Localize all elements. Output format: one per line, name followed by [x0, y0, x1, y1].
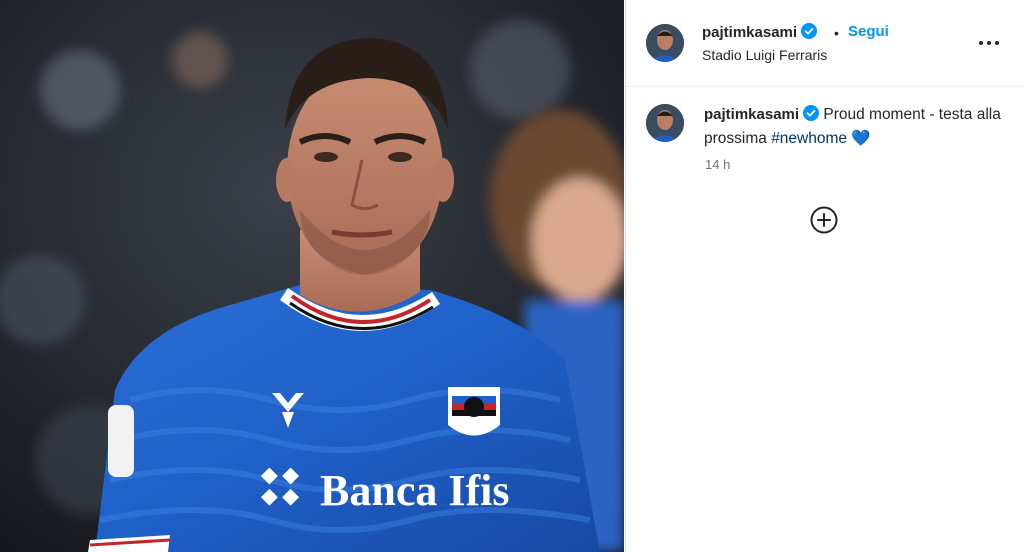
- caption-hashtag[interactable]: #newhome: [771, 130, 847, 147]
- verified-badge-icon: [801, 23, 818, 44]
- post-image[interactable]: Banca Ifis: [0, 0, 624, 552]
- caption-username[interactable]: pajtimkasami: [704, 106, 799, 123]
- author-avatar[interactable]: [646, 24, 684, 62]
- follow-button[interactable]: Segui: [848, 23, 889, 40]
- post-side-panel: pajtimkasami • Segui Stadio Luigi Ferrar…: [625, 0, 1024, 552]
- add-circle-icon[interactable]: [809, 205, 839, 235]
- post-location[interactable]: Stadio Luigi Ferraris: [702, 47, 827, 63]
- separator-dot: •: [834, 25, 839, 41]
- caption-avatar[interactable]: [646, 104, 684, 142]
- more-options-icon[interactable]: [977, 33, 1001, 53]
- jersey-sponsor-text: Banca Ifis: [320, 466, 509, 515]
- post-header: pajtimkasami • Segui Stadio Luigi Ferrar…: [626, 0, 1024, 87]
- author-username-row: pajtimkasami: [702, 23, 818, 44]
- post-dialog: Banca Ifis pajtimkasami • Segui Stadio L…: [0, 0, 1024, 552]
- player-photo: Banca Ifis: [0, 0, 624, 552]
- verified-badge-icon: [803, 105, 820, 128]
- post-timestamp[interactable]: 14 h: [705, 157, 730, 172]
- blue-heart-emoji: 💙: [851, 130, 871, 147]
- post-caption: pajtimkasami Proud moment - testa alla p…: [704, 104, 1004, 150]
- author-username[interactable]: pajtimkasami: [702, 24, 797, 41]
